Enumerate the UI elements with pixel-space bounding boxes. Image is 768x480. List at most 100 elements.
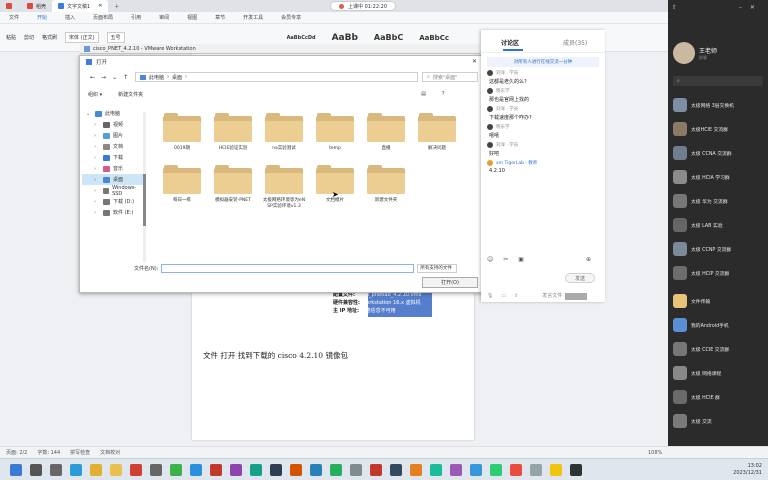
scissors-icon[interactable]: ✂ bbox=[503, 256, 508, 263]
menu-insert[interactable]: 插入 bbox=[56, 14, 84, 21]
app-icon[interactable] bbox=[490, 464, 502, 476]
menu-layout[interactable]: 页面布局 bbox=[84, 14, 122, 21]
chat-item[interactable]: 太极 华为 交流群 bbox=[668, 190, 768, 212]
breadcrumb-desktop[interactable]: 桌面 bbox=[172, 74, 182, 81]
chat-item[interactable]: 太极 HCIP 交流群 bbox=[668, 262, 768, 284]
sidebar-item-desktop[interactable]: › 桌面 bbox=[82, 174, 144, 185]
app-icon[interactable] bbox=[210, 464, 222, 476]
close-tab-icon[interactable]: ✕ bbox=[98, 3, 102, 9]
chat-item[interactable]: 太极 交流 bbox=[668, 410, 768, 432]
microphone-icon[interactable]: 🎙 bbox=[487, 293, 493, 299]
app-icon[interactable] bbox=[390, 464, 402, 476]
new-tab-button[interactable]: ＋ bbox=[108, 0, 125, 12]
app-icon[interactable] bbox=[430, 464, 442, 476]
menu-member[interactable]: 会员专享 bbox=[272, 14, 310, 21]
sidebar-item-windows-ssd[interactable]: › Windows-SSD bbox=[82, 185, 144, 197]
app-icon[interactable] bbox=[250, 464, 262, 476]
sidebar-item-this-pc[interactable]: ⌄ 此电脑 bbox=[82, 108, 144, 119]
app-icon[interactable] bbox=[290, 464, 302, 476]
chat-item[interactable]: 太极HCIE 交流群 bbox=[668, 118, 768, 140]
chat-item[interactable]: 太极 网络课程 bbox=[668, 362, 768, 384]
chat-item[interactable]: 文件传输 bbox=[668, 290, 768, 312]
system-clock[interactable]: 13:02 2023/12/31 bbox=[733, 463, 762, 476]
tab-members[interactable]: 成员(35) bbox=[563, 38, 587, 47]
doc-check-button[interactable]: 文档校对 bbox=[100, 449, 120, 456]
dialog-close-icon[interactable]: ✕ bbox=[472, 58, 477, 65]
chevron-right-icon[interactable]: › bbox=[94, 122, 100, 128]
style-heading1[interactable]: AaBb bbox=[328, 33, 362, 43]
chat-item[interactable]: 太极 HCIE 群 bbox=[668, 386, 768, 408]
search-icon[interactable] bbox=[30, 464, 42, 476]
menu-review[interactable]: 审阅 bbox=[150, 14, 178, 21]
word-count[interactable]: 字数: 144 bbox=[37, 449, 60, 456]
zoom-level[interactable]: 108% bbox=[648, 450, 662, 456]
chevron-right-icon[interactable]: › bbox=[94, 210, 100, 216]
style-heading2[interactable]: AaBbC bbox=[370, 33, 407, 42]
folder-item[interactable]: 0019期 bbox=[160, 113, 204, 162]
chat-search-input[interactable]: ⌕ bbox=[673, 76, 763, 86]
new-folder-button[interactable]: 新建文件夹 bbox=[118, 91, 143, 98]
chat-item[interactable]: 太极 CCIE 交流群 bbox=[668, 338, 768, 360]
app-icon[interactable] bbox=[450, 464, 462, 476]
open-button[interactable]: 打开(O) bbox=[422, 277, 478, 288]
chevron-right-icon[interactable]: › bbox=[94, 188, 100, 194]
image-icon[interactable]: ▣ bbox=[518, 256, 524, 263]
page-count[interactable]: 页面: 2/2 bbox=[6, 449, 27, 456]
sidebar-item-videos[interactable]: › 视频 bbox=[82, 119, 144, 130]
cut-button[interactable]: 剪切 bbox=[24, 34, 34, 41]
home-tab[interactable] bbox=[0, 0, 21, 12]
menu-references[interactable]: 引用 bbox=[122, 14, 150, 21]
chrome-icon[interactable] bbox=[90, 464, 102, 476]
forward-arrow-icon[interactable]: → bbox=[101, 74, 106, 81]
wechat-icon[interactable] bbox=[170, 464, 182, 476]
folder-item[interactable]: temp bbox=[313, 113, 357, 162]
folder-item[interactable]: 直播 bbox=[364, 113, 408, 162]
sidebar-item-music[interactable]: › 音乐 bbox=[82, 163, 144, 174]
document-tab[interactable]: 文字文稿1 ✕ bbox=[52, 0, 109, 12]
folder-item[interactable]: 每日一练 bbox=[160, 165, 204, 214]
chevron-right-icon[interactable]: › bbox=[94, 199, 100, 205]
edge-browser-icon[interactable] bbox=[70, 464, 82, 476]
file-type-select[interactable]: 所有支持的文件 bbox=[417, 263, 458, 273]
chat-item[interactable]: 太极 HCIA 学习群 bbox=[668, 166, 768, 188]
camera-icon[interactable]: ▭ bbox=[501, 293, 506, 299]
menu-home[interactable]: 开始 bbox=[28, 14, 56, 21]
folder-item[interactable]: 模拟器安装-PNET bbox=[211, 165, 255, 214]
emoji-icon[interactable]: ☺ bbox=[487, 256, 493, 263]
menu-view[interactable]: 视图 bbox=[178, 14, 206, 21]
windows-start-icon[interactable] bbox=[10, 464, 22, 476]
expand-icon[interactable]: ⊕ bbox=[586, 256, 591, 263]
file-name-input[interactable] bbox=[161, 263, 415, 273]
folder-item[interactable]: HCIE验证实验 bbox=[211, 113, 255, 162]
file-explorer-icon[interactable] bbox=[110, 464, 122, 476]
breadcrumb-this-pc[interactable]: 此电脑 bbox=[149, 74, 164, 81]
folder-item[interactable]: 新建文件夹 bbox=[364, 165, 408, 214]
app-icon[interactable] bbox=[310, 464, 322, 476]
format-painter-button[interactable]: 格式刷 bbox=[42, 34, 57, 41]
app-icon[interactable] bbox=[570, 464, 582, 476]
font-name-select[interactable]: 宋体 (正文) bbox=[65, 32, 99, 43]
app-icon[interactable] bbox=[270, 464, 282, 476]
app-icon[interactable] bbox=[370, 464, 382, 476]
folder-item[interactable]: 太极网络环境等为eNSP实验环境v1.3 bbox=[262, 165, 306, 214]
docer-tab[interactable]: 稻壳 bbox=[21, 0, 52, 12]
chat-item[interactable]: 我的Android手机 bbox=[668, 314, 768, 336]
minimize-icon[interactable]: – bbox=[739, 4, 742, 11]
style-body[interactable]: AaBbCcDd bbox=[283, 35, 320, 41]
wps-icon[interactable] bbox=[130, 464, 142, 476]
chevron-right-icon[interactable]: › bbox=[94, 144, 100, 150]
send-button[interactable]: 发送 bbox=[565, 273, 595, 283]
organize-button[interactable]: 组织 ▾ bbox=[88, 91, 102, 98]
chevron-down-icon[interactable]: ⌄ bbox=[86, 111, 92, 117]
app-icon[interactable] bbox=[530, 464, 542, 476]
send-file-button[interactable]: 发言文件 bbox=[542, 292, 562, 299]
app-icon[interactable] bbox=[510, 464, 522, 476]
chat-item[interactable]: 太极 LAB 实验 bbox=[668, 214, 768, 236]
app-icon[interactable] bbox=[470, 464, 482, 476]
chat-item[interactable]: 太极 CCNP 交流群 bbox=[668, 238, 768, 260]
chat-item[interactable]: 太极 CCNA 交流群 bbox=[668, 142, 768, 164]
address-bar[interactable]: 此电脑 › 桌面 › bbox=[135, 72, 418, 82]
spell-check-toggle[interactable]: 拼写检查 bbox=[70, 449, 90, 456]
menu-file[interactable]: 文件 bbox=[0, 14, 28, 21]
back-arrow-icon[interactable]: ← bbox=[90, 74, 95, 81]
